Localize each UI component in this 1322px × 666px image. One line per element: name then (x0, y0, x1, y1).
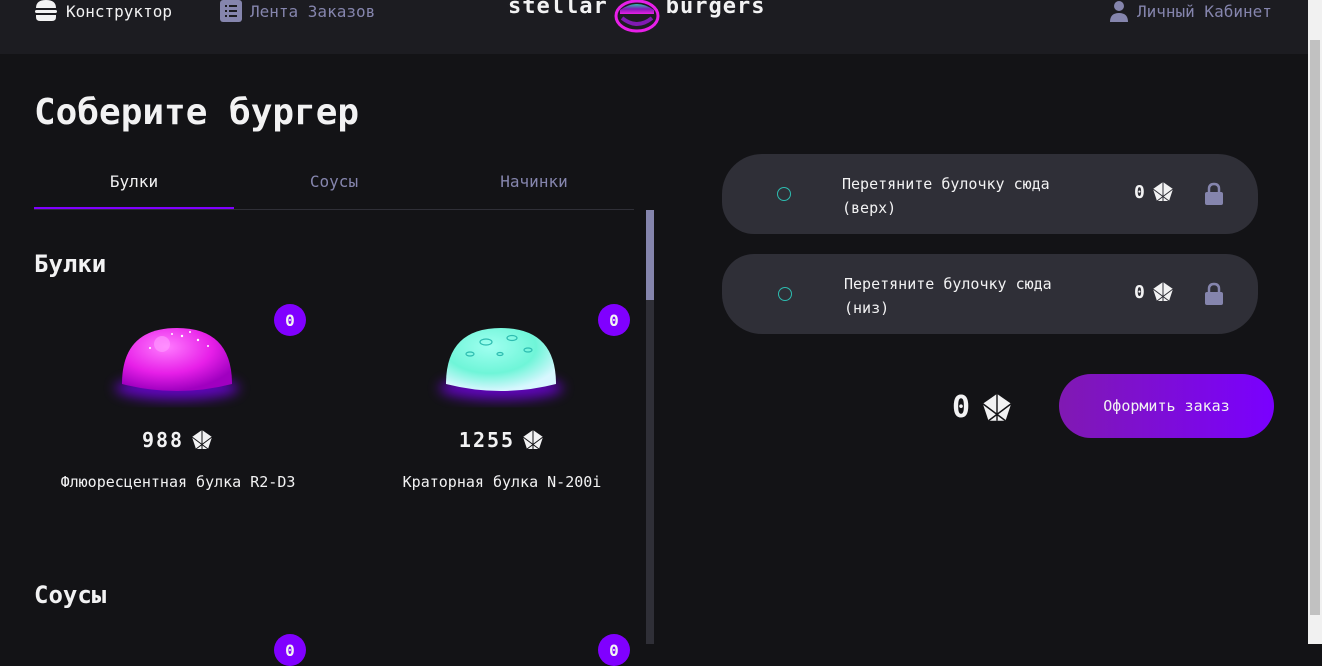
ingredients-scrollbar-thumb[interactable] (646, 210, 654, 300)
section-title-sauces: Соусы (34, 581, 107, 609)
profile-icon (1110, 1, 1128, 22)
nav-feed[interactable]: Лента Заказов (220, 0, 375, 22)
ingredient-tabs: Булки Соусы Начинки (34, 160, 634, 210)
price-value: 988 (141, 428, 185, 452)
slot-price: 0 (1134, 281, 1175, 303)
logo[interactable]: stellar burgers (508, 0, 765, 34)
list-icon (220, 0, 242, 22)
page-title: Соберите бургер (34, 92, 360, 133)
bun-drop-zone-bottom[interactable]: Перетяните булочку сюда (низ) 0 (722, 254, 1258, 334)
bun-image (115, 328, 239, 400)
price-value: 1255 (458, 428, 516, 452)
ingredient-name: Флюоресцентная булка R2-D3 (60, 473, 296, 491)
app-header: Конструктор Лента Заказов stellar burger… (0, 0, 1308, 54)
nav-profile[interactable]: Личный Кабинет (1109, 0, 1272, 22)
nav-feed-label: Лента Заказов (250, 1, 376, 21)
nav-constructor[interactable]: Конструктор (34, 0, 172, 22)
order-total-value: 0 (952, 390, 971, 425)
bun-drop-zone-top[interactable]: Перетяните булочку сюда (верх) 0 (722, 154, 1258, 234)
section-title-buns: Булки (34, 250, 107, 278)
slot-placeholder-text: Перетяните булочку сюда (верх) (842, 175, 1050, 217)
nav-profile-label: Личный Кабинет (1137, 1, 1272, 21)
currency-icon (191, 430, 213, 450)
currency-icon (982, 393, 1012, 421)
ingredient-price: 1255 (366, 428, 638, 452)
slot-placeholder-text: Перетяните булочку сюда (низ) (844, 275, 1052, 317)
currency-icon (1152, 282, 1174, 302)
logo-text-right: burgers (665, 0, 766, 19)
currency-icon (1152, 182, 1174, 202)
order-total: 0 (952, 390, 1014, 425)
nav-constructor-label: Конструктор (66, 1, 172, 21)
currency-icon (522, 430, 544, 450)
place-order-button[interactable]: Оформить заказ (1059, 374, 1274, 438)
lock-icon (1205, 282, 1223, 305)
ingredient-name: Краторная булка N-200i (402, 473, 602, 491)
lock-icon (1205, 182, 1223, 205)
ingredient-counter: 0 (274, 634, 306, 666)
tab-sauces[interactable]: Соусы (234, 160, 434, 209)
ingredient-counter: 0 (274, 304, 306, 336)
ingredient-counter: 0 (598, 304, 630, 336)
slot-price: 0 (1134, 181, 1175, 203)
slot-indicator (778, 287, 792, 301)
ingredients-scrollbar[interactable] (646, 210, 654, 644)
burger-icon (35, 0, 57, 21)
bun-image (439, 328, 563, 400)
slot-indicator (777, 187, 791, 201)
slot-price-value: 0 (1134, 181, 1145, 203)
ingredient-card[interactable]: 0 1255 Краторная булка N-200i (366, 300, 638, 520)
logo-text-left: stellar (508, 0, 608, 19)
ingredient-card[interactable]: 0 988 Флюоресцентная булка R2-D3 (42, 300, 314, 520)
page-scrollbar-thumb[interactable] (1310, 40, 1320, 615)
tab-buns[interactable]: Булки (34, 160, 234, 209)
ingredient-counter: 0 (598, 634, 630, 666)
page-scrollbar[interactable] (1308, 0, 1322, 644)
tab-fillings[interactable]: Начинки (434, 160, 634, 209)
slot-price-value: 0 (1134, 281, 1145, 303)
logo-planet-icon (614, 0, 660, 33)
ingredient-price: 988 (42, 428, 314, 452)
